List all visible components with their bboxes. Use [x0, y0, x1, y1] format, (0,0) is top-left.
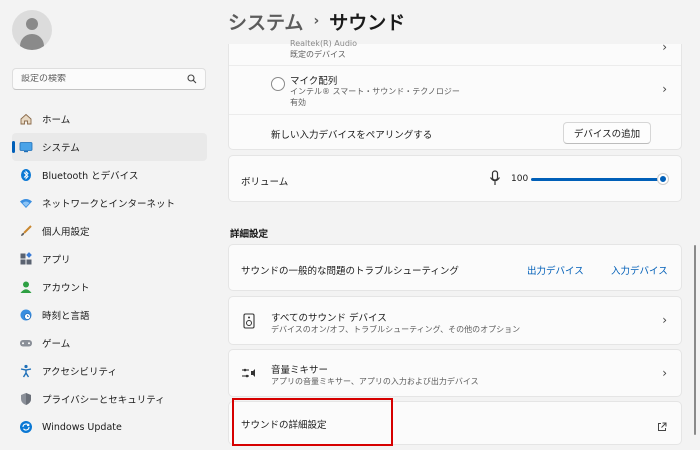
avatar-body: [20, 34, 44, 50]
input-devices-card: Realtek(R) Audio 既定のデバイス › マイク配列 インテル® ス…: [228, 39, 682, 150]
sidebar-item-gaming[interactable]: ゲーム: [12, 329, 207, 357]
partial-device-name: Realtek(R) Audio: [290, 39, 358, 48]
chevron-right-icon[interactable]: ›: [662, 313, 667, 327]
bluetooth-icon: [18, 167, 34, 183]
input-devices-link[interactable]: 入力デバイス: [611, 263, 668, 277]
page-title: サウンド: [329, 11, 406, 34]
search-input[interactable]: [21, 74, 187, 84]
pair-input-label: 新しい入力デバイスをペアリングする: [271, 130, 433, 141]
volume-card: ボリューム 100: [228, 155, 682, 202]
output-devices-link[interactable]: 出力デバイス: [527, 263, 584, 277]
chevron-right-icon: ›: [313, 13, 320, 29]
gamepad-icon: [18, 335, 34, 351]
volume-slider-track[interactable]: [531, 178, 663, 181]
sidebar-item-label: アカウント: [42, 283, 90, 294]
sidebar-item-label: プライバシーとセキュリティ: [42, 395, 165, 406]
sidebar-item-label: 個人用設定: [42, 227, 90, 238]
sidebar-item-home[interactable]: ホーム: [12, 105, 207, 133]
nav-list: ホーム システム Bluetooth とデバイス ネットワークとインターネット …: [12, 105, 207, 441]
sidebar-item-apps[interactable]: アプリ: [12, 245, 207, 273]
sidebar-item-bluetooth[interactable]: Bluetooth とデバイス: [12, 161, 207, 189]
chevron-right-icon[interactable]: ›: [662, 82, 667, 96]
sidebar-item-label: 時刻と言語: [42, 311, 90, 322]
mic-vendor: インテル® スマート・サウンド・テクノロジー: [290, 87, 460, 96]
microphone-icon[interactable]: [489, 170, 501, 190]
sidebar-item-label: Windows Update: [42, 421, 122, 433]
all-devices-sub: デバイスのオン/オフ、トラブルシューティング、その他のオプション: [271, 325, 521, 334]
section-title-advanced: 詳細設定: [230, 229, 269, 240]
update-icon: [18, 419, 34, 435]
divider: [229, 65, 681, 66]
brush-icon: [18, 223, 34, 239]
add-device-button[interactable]: デバイスの追加: [563, 122, 651, 144]
all-devices-title: すべてのサウンド デバイス: [271, 313, 387, 324]
search-box[interactable]: [12, 68, 206, 90]
apps-icon: [18, 251, 34, 267]
home-icon: [18, 111, 34, 127]
mixer-title: 音量ミキサー: [271, 365, 329, 376]
sidebar-item-personalization[interactable]: 個人用設定: [12, 217, 207, 245]
sidebar-item-label: アプリ: [42, 255, 71, 266]
system-icon: [18, 139, 34, 155]
chevron-right-icon[interactable]: ›: [662, 40, 667, 54]
volume-slider-thumb[interactable]: [658, 174, 668, 184]
chevron-right-icon[interactable]: ›: [662, 366, 667, 380]
sidebar-item-label: ホーム: [42, 115, 71, 126]
account-icon: [18, 279, 34, 295]
avatar[interactable]: [12, 10, 52, 50]
sidebar-item-label: システム: [42, 143, 80, 154]
sidebar-item-network[interactable]: ネットワークとインターネット: [12, 189, 207, 217]
volume-mixer-card[interactable]: 音量ミキサー アプリの音量ミキサー、アプリの入力および出力デバイス ›: [228, 349, 682, 397]
scrollbar[interactable]: [694, 245, 696, 435]
mixer-sub: アプリの音量ミキサー、アプリの入力および出力デバイス: [271, 377, 479, 386]
sidebar-item-label: アクセシビリティ: [42, 367, 117, 378]
mic-status: 有効: [290, 98, 306, 107]
shield-icon: [18, 391, 34, 407]
all-sound-devices-card[interactable]: すべてのサウンド デバイス デバイスのオン/オフ、トラブルシューティング、その他…: [228, 296, 682, 345]
sidebar-item-system[interactable]: システム: [12, 133, 207, 161]
mixer-icon: [241, 365, 257, 384]
sidebar: ホーム システム Bluetooth とデバイス ネットワークとインターネット …: [0, 0, 218, 450]
sidebar-item-label: Bluetooth とデバイス: [42, 171, 139, 182]
avatar-head: [26, 18, 38, 30]
wifi-icon: [18, 195, 34, 211]
search-icon[interactable]: [187, 74, 197, 84]
sidebar-item-label: ネットワークとインターネット: [42, 199, 176, 210]
mic-radio[interactable]: [271, 77, 285, 91]
sidebar-item-time-language[interactable]: 時刻と言語: [12, 301, 207, 329]
sidebar-item-windows-update[interactable]: Windows Update: [12, 413, 207, 441]
breadcrumb: システム › サウンド: [228, 6, 405, 36]
volume-label: ボリューム: [241, 177, 289, 188]
troubleshoot-card: サウンドの一般的な問題のトラブルシューティング 出力デバイス 入力デバイス: [228, 244, 682, 291]
sidebar-item-privacy[interactable]: プライバシーとセキュリティ: [12, 385, 207, 413]
sidebar-item-label: ゲーム: [42, 339, 71, 350]
mic-name: マイク配列: [290, 76, 338, 87]
breadcrumb-parent[interactable]: システム: [228, 8, 303, 35]
accessibility-icon: [18, 363, 34, 379]
sidebar-item-accessibility[interactable]: アクセシビリティ: [12, 357, 207, 385]
partial-device-sub: 既定のデバイス: [290, 50, 346, 59]
speaker-icon: [243, 313, 255, 333]
sidebar-item-accounts[interactable]: アカウント: [12, 273, 207, 301]
globe-clock-icon: [18, 307, 34, 323]
divider: [229, 114, 681, 115]
troubleshoot-label: サウンドの一般的な問題のトラブルシューティング: [241, 266, 459, 277]
highlight-box: [232, 398, 393, 446]
volume-value: 100: [511, 174, 529, 184]
external-link-icon: [657, 417, 667, 436]
